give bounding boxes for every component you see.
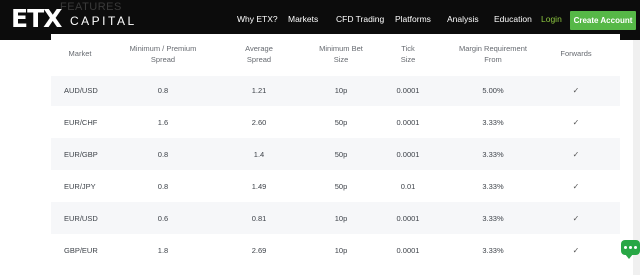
cell-market: AUD/USD xyxy=(64,86,98,95)
nav-why-etx[interactable]: Why ETX? xyxy=(237,14,278,24)
cell-min-bet: 50p xyxy=(334,182,348,191)
table-header: Market Minimum / Premium Spread Average Sp… xyxy=(51,34,620,76)
checkmark-icon: ✓ xyxy=(572,118,580,127)
cell-tick-size: 0.0001 xyxy=(396,150,420,159)
cell-min-bet: 10p xyxy=(334,214,348,223)
cell-margin: 3.33% xyxy=(482,182,504,191)
table-row: EUR/USD 0.6 0.81 10p 0.0001 3.33% ✓ xyxy=(51,202,620,234)
cell-min-spread: 0.8 xyxy=(157,150,169,159)
cell-margin: 5.00% xyxy=(482,86,504,95)
cell-min-spread: 0.8 xyxy=(157,86,169,95)
cell-min-bet: 10p xyxy=(334,246,348,255)
cell-avg-spread: 0.81 xyxy=(251,214,267,223)
cell-margin: 3.33% xyxy=(482,150,504,159)
table-row: AUD/USD 0.8 1.21 10p 0.0001 5.00% ✓ xyxy=(51,74,620,106)
column-header-market: Market xyxy=(68,49,92,58)
cell-margin: 3.33% xyxy=(482,118,504,127)
nav-education[interactable]: Education xyxy=(494,14,532,24)
cell-min-bet: 50p xyxy=(334,150,348,159)
cell-min-spread: 1.8 xyxy=(157,246,169,255)
cell-avg-spread: 1.49 xyxy=(251,182,267,191)
chat-bubble-icon[interactable] xyxy=(621,240,640,259)
cell-tick-size: 0.0001 xyxy=(396,86,420,95)
nav-cfd-trading[interactable]: CFD Trading xyxy=(336,14,384,24)
cell-avg-spread: 2.60 xyxy=(251,118,267,127)
cell-margin: 3.33% xyxy=(482,214,504,223)
cell-avg-spread: 1.4 xyxy=(253,150,265,159)
logo-wordmark[interactable]: CAPITAL xyxy=(70,14,137,28)
cell-tick-size: 0.0001 xyxy=(396,246,420,255)
column-header-average-spread: Average Spread xyxy=(245,44,273,64)
cell-tick-size: 0.01 xyxy=(400,182,416,191)
table-row: EUR/CHF 1.6 2.60 50p 0.0001 3.33% ✓ xyxy=(51,106,620,138)
cell-market: GBP/EUR xyxy=(64,246,98,255)
cell-margin: 3.33% xyxy=(482,246,504,255)
cell-market: EUR/GBP xyxy=(64,150,98,159)
column-header-tick-size: Tick Size xyxy=(400,44,416,64)
checkmark-icon: ✓ xyxy=(572,214,580,223)
column-header-min-premium-spread: Minimum / Premium Spread xyxy=(129,44,197,64)
create-account-button[interactable]: Create Account xyxy=(570,11,636,30)
nav-platforms[interactable]: Platforms xyxy=(395,14,431,24)
checkmark-icon: ✓ xyxy=(572,246,580,255)
cell-tick-size: 0.0001 xyxy=(396,118,420,127)
table-row: EUR/JPY 0.8 1.49 50p 0.01 3.33% ✓ xyxy=(51,170,620,202)
cell-min-bet: 50p xyxy=(334,118,348,127)
nav-analysis[interactable]: Analysis xyxy=(447,14,479,24)
column-header-forwards: Forwards xyxy=(560,49,592,58)
table-row: GBP/EUR 1.8 2.69 10p 0.0001 3.33% ✓ xyxy=(51,234,620,266)
cell-min-bet: 10p xyxy=(334,86,348,95)
background-heading-text: FEATURES xyxy=(60,1,122,13)
cell-min-spread: 1.6 xyxy=(157,118,169,127)
cell-market: EUR/CHF xyxy=(64,118,98,127)
cell-avg-spread: 1.21 xyxy=(251,86,267,95)
cell-avg-spread: 2.69 xyxy=(251,246,267,255)
login-link[interactable]: Login xyxy=(541,14,562,24)
etx-logo[interactable]: ETX xyxy=(11,6,62,32)
cell-tick-size: 0.0001 xyxy=(396,214,420,223)
cell-min-spread: 0.6 xyxy=(157,214,169,223)
spreads-table: Market Minimum / Premium Spread Average Sp… xyxy=(51,34,620,266)
checkmark-icon: ✓ xyxy=(572,182,580,191)
checkmark-icon: ✓ xyxy=(572,150,580,159)
column-header-minimum-bet-size: Minimum Bet Size xyxy=(319,44,363,64)
nav-markets[interactable]: Markets xyxy=(288,14,318,24)
column-header-margin-requirement: Margin Requirement From xyxy=(459,44,527,64)
cell-market: EUR/USD xyxy=(64,214,98,223)
table-row: EUR/GBP 0.8 1.4 50p 0.0001 3.33% ✓ xyxy=(51,138,620,170)
cell-market: EUR/JPY xyxy=(64,182,96,191)
checkmark-icon: ✓ xyxy=(572,86,580,95)
cell-min-spread: 0.8 xyxy=(157,182,169,191)
